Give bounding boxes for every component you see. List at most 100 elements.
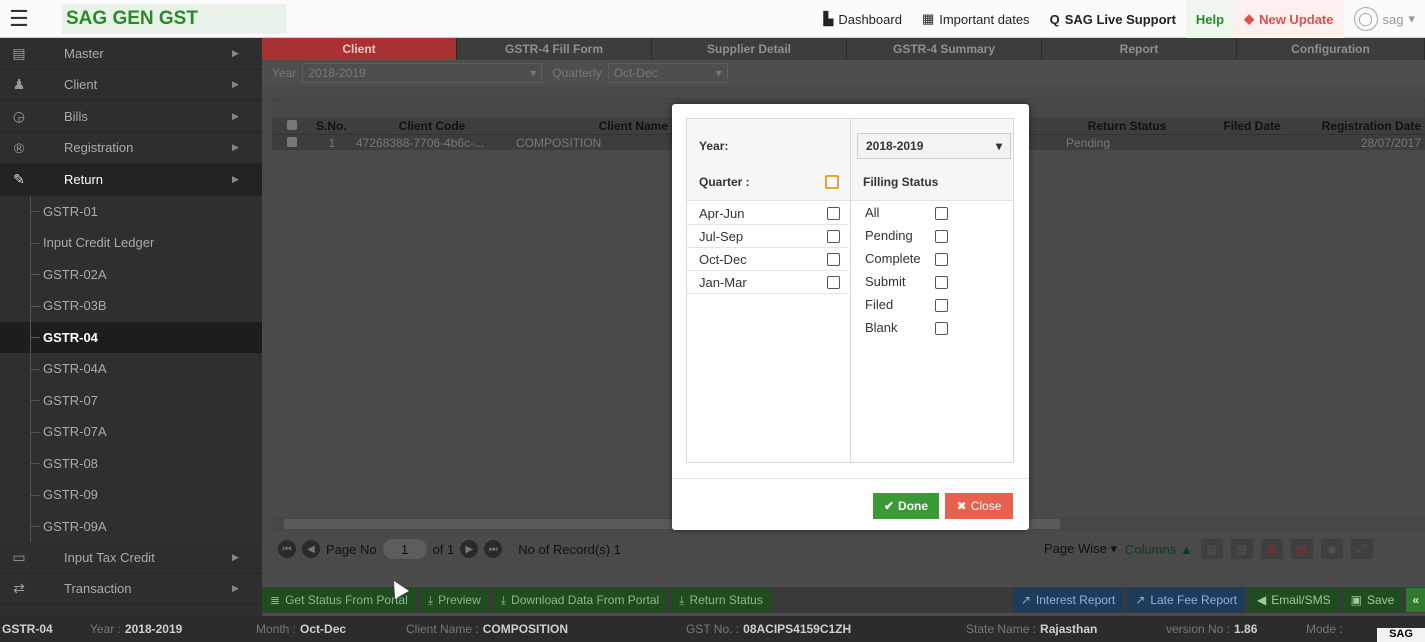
- send-icon: ◀: [1257, 593, 1267, 607]
- sidebar-item-transaction[interactable]: ⇄ Transaction ▶: [0, 574, 262, 605]
- dashboard-link[interactable]: ▙ Dashboard: [813, 0, 912, 38]
- users-icon: ♟: [12, 76, 26, 93]
- collapse-icon[interactable]: «: [1406, 588, 1425, 612]
- quarter-option[interactable]: Jul-Sep: [687, 225, 849, 248]
- filter-dialog: Year: 2018-2019 ▾ Quarter : Filling Statu…: [672, 104, 1029, 530]
- prev-page-icon[interactable]: ◀: [302, 540, 320, 558]
- first-page-icon[interactable]: ⏮: [278, 540, 296, 558]
- columns-button[interactable]: Columns ▲: [1125, 542, 1193, 557]
- page-input[interactable]: 1: [382, 539, 427, 559]
- sidebar-item-bills[interactable]: ◶ Bills ▶: [0, 101, 262, 133]
- chat-icon: Q: [1049, 11, 1060, 27]
- menu-icon[interactable]: ☰: [0, 0, 38, 38]
- save-button[interactable]: ▣ Save: [1342, 588, 1403, 612]
- last-page-icon[interactable]: ⏭: [484, 540, 503, 558]
- check-circle-icon: ✔: [883, 499, 895, 513]
- arrow-right-icon: ▶: [232, 110, 239, 121]
- checkbox[interactable]: [935, 253, 948, 266]
- filter-panel: Year: 2018-2019 ▾ Quarter : Filling Statu…: [686, 118, 1014, 463]
- eye-icon[interactable]: ◉: [1320, 539, 1343, 559]
- close-button[interactable]: ✖ Close: [945, 493, 1013, 519]
- sidebar-subitem[interactable]: GSTR-07A: [0, 416, 262, 448]
- calendar-icon: ▦: [921, 11, 935, 26]
- checkbox[interactable]: [827, 276, 840, 289]
- export-pdf-icon[interactable]: ▤: [1260, 539, 1283, 559]
- export-print-icon[interactable]: ▤: [1290, 539, 1313, 559]
- database-icon: ▤: [12, 44, 26, 61]
- user-menu[interactable]: ◯ sag ▾: [1344, 0, 1425, 38]
- checkbox[interactable]: [827, 253, 840, 266]
- select-all-checkbox[interactable]: [272, 119, 312, 133]
- tab-configuration[interactable]: Configuration: [1237, 38, 1425, 60]
- row-checkbox[interactable]: [272, 136, 312, 150]
- quarter-option[interactable]: Oct-Dec: [687, 248, 849, 271]
- live-support-link[interactable]: Q SAG Live Support: [1040, 0, 1186, 38]
- checkbox[interactable]: [935, 299, 948, 312]
- new-update-link[interactable]: ◆ New Update: [1234, 0, 1344, 38]
- status-option[interactable]: Complete: [865, 251, 921, 266]
- export-excel-icon[interactable]: ▤: [1230, 539, 1253, 559]
- quarter-option[interactable]: Apr-Jun: [687, 202, 849, 225]
- checkbox[interactable]: [935, 322, 948, 335]
- chart-icon: ↗: [1135, 593, 1146, 607]
- sidebar-item-return[interactable]: ✎ Return ▶: [0, 164, 262, 196]
- interest-report-button[interactable]: ↗ Interest Report: [1012, 588, 1124, 612]
- next-page-icon[interactable]: ▶: [460, 540, 479, 558]
- checkbox[interactable]: [935, 276, 948, 289]
- status-option[interactable]: Filed: [865, 297, 893, 312]
- help-link[interactable]: Help: [1185, 0, 1235, 38]
- sidebar-subitem[interactable]: GSTR-03B: [0, 290, 262, 322]
- preview-button[interactable]: ⤓ Preview: [419, 588, 489, 612]
- quarter-select[interactable]: Oct-Dec ▾: [607, 63, 728, 83]
- tab-gstr4-summary[interactable]: GSTR-4 Summary: [847, 38, 1042, 60]
- download-icon: ⤓: [500, 592, 507, 607]
- status-option[interactable]: Blank: [865, 320, 898, 335]
- done-button[interactable]: ✔ Done: [873, 493, 939, 519]
- tab-supplier-detail[interactable]: Supplier Detail: [652, 38, 847, 60]
- late-fee-report-button[interactable]: ↗ Late Fee Report: [1127, 588, 1246, 612]
- quarter-select-all-checkbox[interactable]: [825, 175, 839, 189]
- sidebar-subitem[interactable]: GSTR-09: [0, 479, 262, 511]
- sidebar-subitem[interactable]: Input Credit Ledger: [0, 227, 262, 259]
- avatar-icon: ◯: [1353, 7, 1378, 31]
- checkbox[interactable]: [935, 207, 948, 220]
- sidebar-item-master[interactable]: ▤ Master ▶: [0, 38, 262, 70]
- year-dropdown[interactable]: 2018-2019 ▾: [857, 133, 1011, 159]
- email-sms-button[interactable]: ◀ Email/SMS: [1249, 588, 1339, 612]
- tab-report[interactable]: Report: [1042, 38, 1237, 60]
- status-option[interactable]: All: [865, 205, 879, 220]
- caret-down-icon: ▾: [530, 66, 537, 80]
- sidebar-item-registration[interactable]: ® Registration ▶: [0, 133, 262, 164]
- sidebar-subitem[interactable]: GSTR-02A: [0, 258, 262, 290]
- status-option[interactable]: Submit: [865, 274, 905, 289]
- expand-icon[interactable]: ⤢: [1350, 539, 1373, 559]
- year-label: Year:: [699, 139, 729, 153]
- download-data-button[interactable]: ⤓ Download Data From Portal: [492, 588, 668, 612]
- return-status-button[interactable]: ⤓ Return Status: [671, 588, 771, 612]
- sidebar-item-input-tax-credit[interactable]: ▭ Input Tax Credit ▶: [0, 542, 262, 574]
- checkbox[interactable]: [827, 207, 840, 220]
- action-bar: ≣ Get Status From Portal ⤓ Preview ⤓ Downlo…: [262, 587, 1425, 613]
- quarter-label: Quarterly: [552, 66, 602, 80]
- save-icon: ▣: [1350, 593, 1362, 607]
- file-icon: ▙: [823, 11, 834, 26]
- important-dates-link[interactable]: ▦ Important dates: [912, 0, 1040, 38]
- page-wise-select[interactable]: Page Wise ▾: [1044, 541, 1117, 557]
- sidebar-subitem[interactable]: GSTR-09A: [0, 510, 262, 542]
- sidebar-subitem[interactable]: GSTR-07: [0, 384, 262, 416]
- year-select[interactable]: 2018-2019 ▾: [302, 63, 543, 83]
- sidebar: ▤ Master ▶ ♟ Client ▶ ◶ Bills ▶ ® Registration ▶…: [0, 38, 262, 616]
- tab-gstr4-fill-form[interactable]: GSTR-4 Fill Form: [457, 38, 652, 60]
- status-option[interactable]: Pending: [865, 228, 913, 243]
- sidebar-subitem[interactable]: GSTR-04A: [0, 353, 262, 385]
- quarter-option[interactable]: Jan-Mar: [687, 271, 849, 294]
- export-csv-icon[interactable]: ▤: [1200, 539, 1223, 559]
- tab-client[interactable]: Client: [262, 38, 457, 60]
- sidebar-subitem-selected[interactable]: GSTR-04: [0, 321, 262, 353]
- checkbox[interactable]: [827, 230, 840, 243]
- sidebar-item-client[interactable]: ♟ Client ▶: [0, 70, 262, 101]
- sidebar-subitem[interactable]: GSTR-08: [0, 447, 262, 479]
- sidebar-subitem[interactable]: GSTR-01: [0, 195, 262, 227]
- checkbox[interactable]: [935, 230, 948, 243]
- credit-card-icon: ▭: [12, 548, 26, 565]
